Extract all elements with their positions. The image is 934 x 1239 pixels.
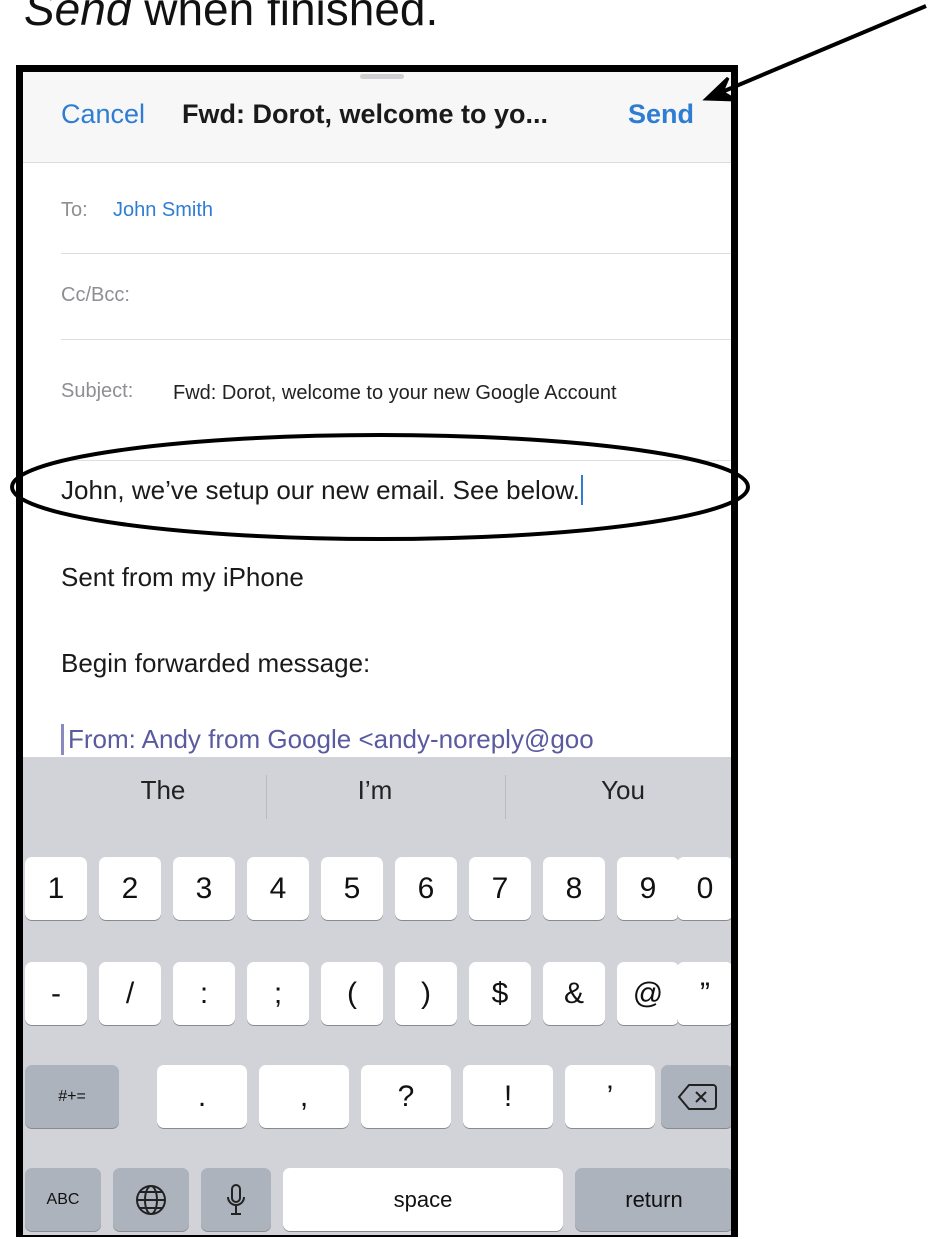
suggestion-divider (505, 775, 506, 819)
signature-text: Sent from my iPhone (61, 562, 304, 592)
key-close-paren[interactable]: ) (395, 962, 457, 1025)
to-recipient-token[interactable]: John Smith (113, 199, 213, 222)
return-key[interactable]: return (575, 1168, 731, 1231)
globe-key[interactable] (113, 1168, 189, 1231)
instruction-text: Send when finished. (24, 0, 439, 35)
space-key[interactable]: space (283, 1168, 563, 1231)
key-5[interactable]: 5 (321, 857, 383, 920)
key-period[interactable]: . (157, 1065, 247, 1128)
suggestion-2[interactable]: I’m (285, 775, 465, 806)
key-3[interactable]: 3 (173, 857, 235, 920)
key-7[interactable]: 7 (469, 857, 531, 920)
key-4[interactable]: 4 (247, 857, 309, 920)
forwarded-header-text: Begin forwarded message: (61, 648, 371, 678)
key-open-paren[interactable]: ( (321, 962, 383, 1025)
phone-frame: Cancel Fwd: Dorot, welcome to yo... Send… (16, 65, 738, 1237)
key-1[interactable]: 1 (25, 857, 87, 920)
suggestion-1[interactable]: The (73, 775, 253, 806)
key-abc[interactable]: ABC (25, 1168, 101, 1231)
divider (61, 460, 731, 461)
key-9[interactable]: 9 (617, 857, 679, 920)
message-body-typed[interactable]: John, we’ve setup our new email. See bel… (61, 475, 583, 506)
compose-header: Cancel Fwd: Dorot, welcome to yo... Send (23, 72, 731, 163)
key-6[interactable]: 6 (395, 857, 457, 920)
compose-title: Fwd: Dorot, welcome to yo... (182, 99, 549, 129)
cc-bcc-field[interactable] (61, 254, 731, 339)
forwarded-from-line: From: Andy from Google <andy-noreply@goo (61, 724, 594, 755)
cancel-button[interactable]: Cancel (61, 99, 145, 130)
globe-icon (136, 1184, 166, 1215)
key-more-symbols[interactable]: #+= (25, 1065, 119, 1128)
subject-label: Subject: (61, 380, 134, 402)
key-dollar[interactable]: $ (469, 962, 531, 1025)
key-apostrophe[interactable]: ’ (565, 1065, 655, 1128)
microphone-icon (227, 1183, 245, 1215)
compose-screen: Cancel Fwd: Dorot, welcome to yo... Send… (23, 72, 731, 1235)
quicktype-bar: The I’m You (23, 757, 731, 837)
key-8[interactable]: 8 (543, 857, 605, 920)
suggestion-divider (266, 775, 267, 819)
delete-key[interactable] (661, 1065, 731, 1128)
dictation-key[interactable] (201, 1168, 271, 1231)
key-exclamation[interactable]: ! (463, 1065, 553, 1128)
key-question[interactable]: ? (361, 1065, 451, 1128)
sheet-grabber[interactable] (360, 74, 404, 79)
subject-field[interactable]: Fwd: Dorot, welcome to your new Google A… (173, 380, 693, 407)
key-colon[interactable]: : (173, 962, 235, 1025)
suggestion-3[interactable]: You (533, 775, 713, 806)
key-semicolon[interactable]: ; (247, 962, 309, 1025)
pointer-arrow-line (709, 4, 927, 99)
on-screen-keyboard: The I’m You 1 2 3 4 5 6 7 8 9 0 - / : ; … (23, 757, 731, 1235)
key-0[interactable]: 0 (677, 857, 731, 920)
key-ampersand[interactable]: & (543, 962, 605, 1025)
send-button[interactable]: Send (628, 99, 694, 130)
key-at[interactable]: @ (617, 962, 679, 1025)
key-2[interactable]: 2 (99, 857, 161, 920)
to-label: To: (61, 199, 88, 221)
key-slash[interactable]: / (99, 962, 161, 1025)
key-comma[interactable]: , (259, 1065, 349, 1128)
backspace-icon (677, 1083, 717, 1110)
key-hyphen[interactable]: - (25, 962, 87, 1025)
cc-bcc-label: Cc/Bcc: (61, 284, 130, 306)
text-cursor (580, 475, 583, 505)
divider (61, 339, 731, 340)
key-quote[interactable]: ” (677, 962, 731, 1025)
